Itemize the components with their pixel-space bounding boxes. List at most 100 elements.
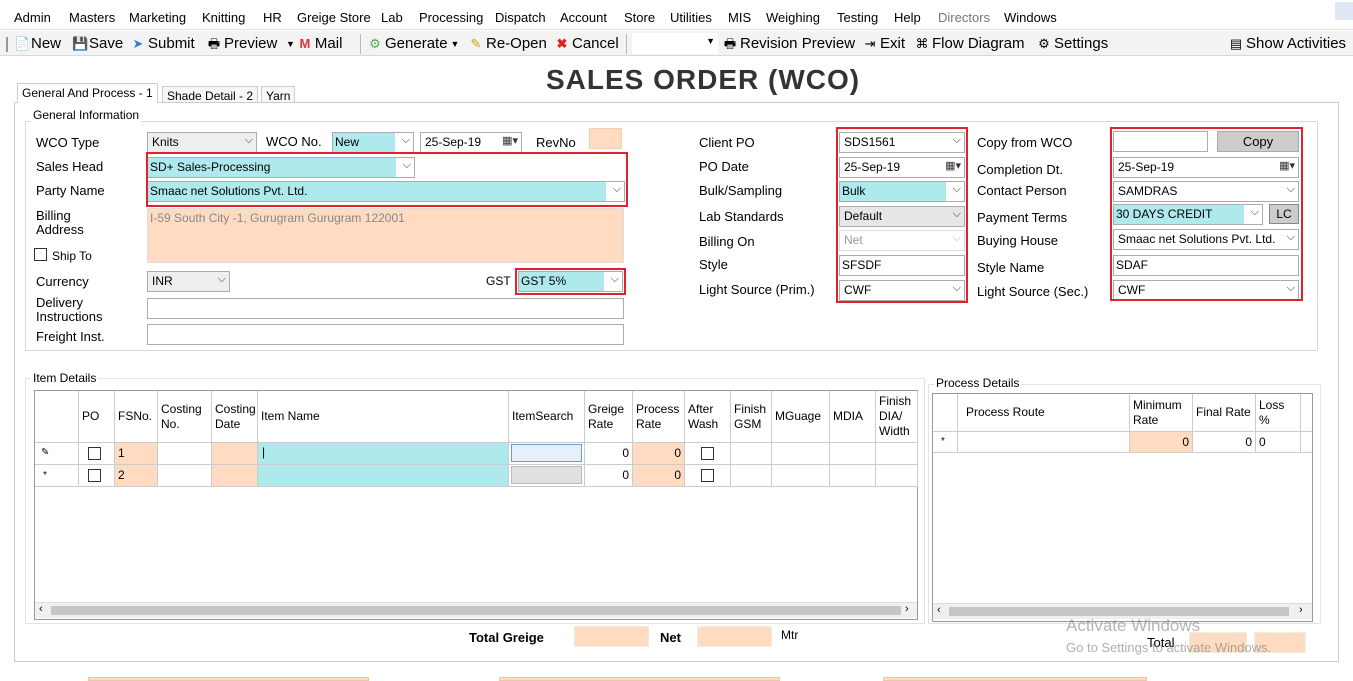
- mdia-cell[interactable]: [830, 465, 876, 487]
- exit-button[interactable]: ⇥ Exit: [863, 35, 905, 52]
- menu-help[interactable]: Help: [894, 10, 921, 25]
- wco-date-picker[interactable]: 25-Sep-19 ▦▾: [420, 132, 522, 153]
- menu-mis[interactable]: MIS: [728, 10, 751, 25]
- col-header-minimum-rate[interactable]: Minimum Rate: [1130, 394, 1193, 432]
- tab-yarn[interactable]: Yarn: [261, 86, 296, 103]
- scroll-right-icon[interactable]: ›: [1299, 604, 1303, 616]
- process-rate-cell[interactable]: 0: [633, 465, 685, 487]
- after-wash-checkbox[interactable]: [701, 469, 714, 482]
- menu-weighing[interactable]: Weighing: [766, 10, 820, 25]
- loss-cell[interactable]: 0: [1256, 432, 1301, 453]
- delivery-instructions-field[interactable]: [147, 298, 624, 319]
- show-activities-button[interactable]: ▤ Show Activities: [1229, 35, 1346, 52]
- costing-no-cell[interactable]: [158, 443, 212, 465]
- col-header-costing-no[interactable]: Costing No.: [158, 391, 212, 443]
- toolbar-combo[interactable]: ▼: [632, 33, 718, 54]
- table-row-po[interactable]: [79, 443, 115, 465]
- preview-button[interactable]: 🖶 Preview: [207, 35, 278, 52]
- scroll-thumb[interactable]: [51, 606, 901, 615]
- menu-lab[interactable]: Lab: [381, 10, 403, 25]
- greige-rate-cell[interactable]: 0: [585, 465, 633, 487]
- finish-gsm-cell[interactable]: [731, 443, 772, 465]
- wco-type-select[interactable]: Knits ⌵: [147, 132, 257, 153]
- col-header-fsno[interactable]: FSNo.: [115, 391, 158, 443]
- menu-dispatch[interactable]: Dispatch: [495, 10, 546, 25]
- menu-marketing[interactable]: Marketing: [129, 10, 186, 25]
- fsno-cell[interactable]: 1: [115, 443, 158, 465]
- wco-no-select[interactable]: New ⌵: [332, 132, 414, 153]
- itemsearch-cell[interactable]: [509, 465, 585, 487]
- extra-cell[interactable]: [1301, 432, 1312, 453]
- mdia-cell[interactable]: [830, 443, 876, 465]
- menu-directors[interactable]: Directors: [938, 10, 990, 25]
- finish-gsm-cell[interactable]: [731, 465, 772, 487]
- menu-store[interactable]: Store: [624, 10, 655, 25]
- finish-dia-cell[interactable]: [876, 443, 918, 465]
- billing-address-field[interactable]: I-59 South City -1, Gurugram Gurugram 12…: [147, 208, 624, 263]
- process-rate-cell[interactable]: 0: [633, 443, 685, 465]
- scroll-thumb[interactable]: [949, 607, 1289, 616]
- item-name-cell[interactable]: [258, 465, 509, 487]
- menu-testing[interactable]: Testing: [837, 10, 878, 25]
- greige-rate-cell[interactable]: 0: [585, 443, 633, 465]
- menu-admin[interactable]: Admin: [14, 10, 51, 25]
- item-name-cell[interactable]: |: [258, 443, 509, 465]
- col-header-final-rate[interactable]: Final Rate: [1193, 394, 1256, 432]
- po-checkbox[interactable]: [88, 469, 101, 482]
- finish-dia-cell[interactable]: [876, 465, 918, 487]
- menu-processing[interactable]: Processing: [419, 10, 483, 25]
- scroll-left-icon[interactable]: ‹: [39, 603, 43, 615]
- costing-date-cell[interactable]: [212, 465, 258, 487]
- save-button[interactable]: 💾 Save: [72, 35, 123, 52]
- fsno-cell[interactable]: 2: [115, 465, 158, 487]
- scroll-right-icon[interactable]: ›: [905, 603, 909, 615]
- tab-shade-detail[interactable]: Shade Detail - 2: [162, 86, 259, 103]
- menu-knitting[interactable]: Knitting: [202, 10, 245, 25]
- tab-general[interactable]: General And Process - 1: [17, 83, 158, 103]
- menu-masters[interactable]: Masters: [69, 10, 115, 25]
- col-header-po[interactable]: PO: [79, 391, 115, 443]
- revision-preview-button[interactable]: 🖶 Revision Preview: [723, 35, 855, 52]
- menu-account[interactable]: Account: [560, 10, 607, 25]
- menu-utilities[interactable]: Utilities: [670, 10, 712, 25]
- menu-hr[interactable]: HR: [263, 10, 282, 25]
- ship-to-checkbox[interactable]: [34, 248, 47, 261]
- restore-box[interactable]: [1335, 2, 1353, 20]
- submit-button[interactable]: ➤ Submit: [131, 35, 195, 52]
- col-header-itemsearch[interactable]: ItemSearch: [509, 391, 585, 443]
- col-header-item-name[interactable]: Item Name: [258, 391, 509, 443]
- col-header-mdia[interactable]: MDIA: [830, 391, 876, 443]
- itemsearch-cell[interactable]: [509, 443, 585, 465]
- menu-greige-store[interactable]: Greige Store: [297, 10, 371, 25]
- reopen-button[interactable]: ✎ Re-Open: [469, 35, 547, 52]
- col-header-process-rate[interactable]: Process Rate: [633, 391, 685, 443]
- col-header-greige-rate[interactable]: Greige Rate: [585, 391, 633, 443]
- after-wash-cell[interactable]: [685, 465, 731, 487]
- col-header-mguage[interactable]: MGuage: [772, 391, 830, 443]
- flow-diagram-button[interactable]: ⌘ Flow Diagram: [915, 35, 1025, 52]
- col-header-costing-date[interactable]: Costing Date: [212, 391, 258, 443]
- revno-field[interactable]: [589, 128, 622, 149]
- mail-button[interactable]: ▼ M Mail: [286, 35, 342, 52]
- po-checkbox[interactable]: [88, 447, 101, 460]
- col-header-after-wash[interactable]: After Wash: [685, 391, 731, 443]
- after-wash-checkbox[interactable]: [701, 447, 714, 460]
- costing-date-cell[interactable]: [212, 443, 258, 465]
- col-header-process-route[interactable]: Process Route: [958, 394, 1130, 432]
- new-button[interactable]: 📄 New: [14, 35, 61, 52]
- col-header-finish-dia[interactable]: Finish DIA/ Width: [876, 391, 918, 443]
- currency-select[interactable]: INR ⌵: [147, 271, 230, 292]
- process-route-cell[interactable]: [958, 432, 1130, 453]
- minimum-rate-cell[interactable]: 0: [1130, 432, 1193, 453]
- after-wash-cell[interactable]: [685, 443, 731, 465]
- scroll-left-icon[interactable]: ‹: [937, 604, 941, 616]
- freight-instructions-field[interactable]: [147, 324, 624, 345]
- item-grid-hscrollbar[interactable]: ‹ ›: [35, 602, 917, 618]
- col-header-extra[interactable]: [1301, 394, 1312, 432]
- final-rate-cell[interactable]: 0: [1193, 432, 1256, 453]
- generate-button[interactable]: ⚙ Generate ▼: [368, 35, 459, 52]
- mguage-cell[interactable]: [772, 465, 830, 487]
- settings-button[interactable]: ⚙ Settings: [1037, 35, 1108, 52]
- mguage-cell[interactable]: [772, 443, 830, 465]
- col-header-finish-gsm[interactable]: Finish GSM: [731, 391, 772, 443]
